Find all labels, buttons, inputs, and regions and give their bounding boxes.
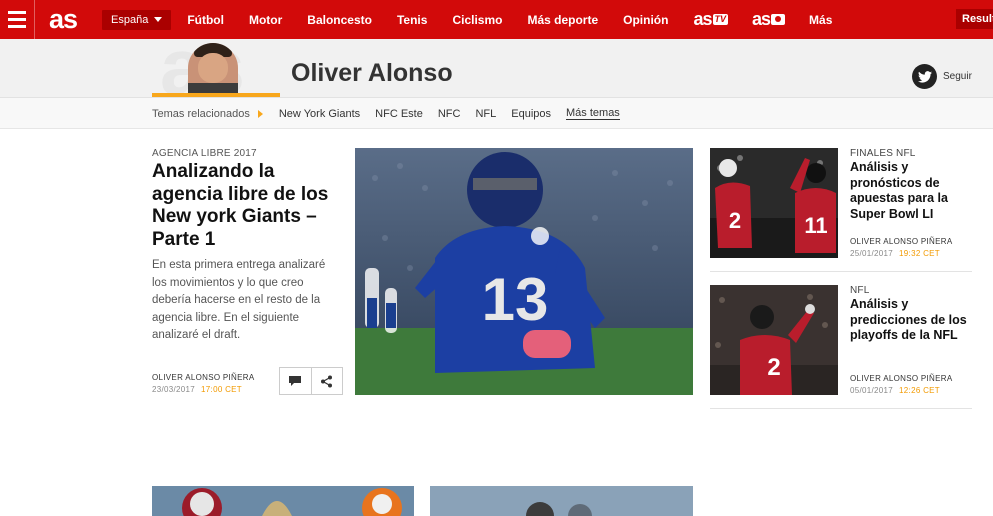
main-article-author[interactable]: OLIVER ALONSO PIÑERA (152, 373, 254, 382)
side-article-1-time: 19:32 CET (899, 249, 940, 258)
nav-link-futbol[interactable]: Fútbol (187, 13, 224, 27)
divider (710, 408, 972, 409)
main-article-excerpt: En esta primera entrega analizaré los mo… (152, 259, 326, 341)
nav-link-tenis[interactable]: Tenis (397, 13, 427, 27)
main-article-title[interactable]: Analizando la agencia libre de los New y… (152, 161, 342, 251)
author-header: as Oliver Alonso Seguir (0, 39, 993, 97)
side-article-1-author[interactable]: OLIVER ALONSO PIÑERA (850, 237, 952, 246)
main-article-kicker[interactable]: AGENCIA LIBRE 2017 (152, 148, 257, 159)
article-actions (279, 367, 343, 395)
main-article-date: 23/03/2017 17:00 CET (152, 385, 242, 394)
nav-link-baloncesto[interactable]: Baloncesto (307, 13, 372, 27)
topic-nfl[interactable]: NFL (475, 108, 496, 120)
side-article-2-time: 12:26 CET (899, 386, 940, 395)
topic-nfc[interactable]: NFC (438, 108, 461, 120)
more-topics-link[interactable]: Más temas (566, 107, 620, 120)
camera-icon (771, 14, 786, 25)
share-button[interactable] (310, 368, 342, 394)
side-article-1-title[interactable]: Análisis y pronósticos de apuestas para … (850, 160, 975, 222)
section-links: Fútbol Motor Baloncesto Tenis Ciclismo M… (187, 0, 857, 39)
comments-button[interactable] (280, 368, 311, 394)
main-article-time: 17:00 CET (201, 385, 242, 394)
as-tv-link[interactable]: as TV (693, 9, 729, 30)
bottom-article-2-image[interactable] (430, 486, 693, 516)
side-1-number-b: 11 (804, 213, 827, 238)
side-article-1-date: 25/01/2017 19:32 CET (850, 249, 940, 258)
side-article-2-image[interactable]: 2 (710, 285, 838, 395)
bottom-article-1-image[interactable] (152, 486, 414, 516)
side-article-2-kicker[interactable]: NFL (850, 285, 870, 296)
top-navigation-bar: as España Fútbol Motor Baloncesto Tenis … (0, 0, 993, 39)
nav-link-ciclismo[interactable]: Ciclismo (452, 13, 502, 27)
as-photo-link[interactable]: as (752, 9, 786, 30)
comment-icon (289, 376, 302, 386)
twitter-follow-button[interactable]: Seguir (912, 64, 972, 89)
related-topics-bar: Temas relacionados New York Giants NFC E… (0, 97, 993, 129)
main-article-image[interactable]: 13 (355, 148, 693, 395)
jersey-number: 13 (482, 266, 549, 333)
menu-icon[interactable] (0, 0, 35, 39)
share-icon (321, 375, 333, 387)
twitter-icon (912, 64, 937, 89)
side-article-2-title[interactable]: Análisis y predicciones de los playoffs … (850, 297, 975, 344)
results-button[interactable]: Resultados (956, 9, 993, 29)
follow-label: Seguir (943, 71, 972, 82)
side-article-1-kicker[interactable]: FINALES NFL (850, 148, 916, 159)
caret-down-icon (154, 17, 163, 22)
side-article-1-image[interactable]: 2 11 (710, 148, 838, 258)
country-label: España (111, 13, 149, 26)
side-article-2-date: 05/01/2017 12:26 CET (850, 386, 940, 395)
side-article-2-date-text: 05/01/2017 (850, 386, 894, 395)
author-avatar (188, 43, 238, 97)
divider (710, 271, 972, 272)
side-article-1-date-text: 25/01/2017 (850, 249, 894, 258)
nav-link-opinion[interactable]: Opinión (623, 13, 668, 27)
side-article-2-author[interactable]: OLIVER ALONSO PIÑERA (850, 374, 952, 383)
side-2-number: 2 (767, 354, 780, 381)
nav-link-motor[interactable]: Motor (249, 13, 282, 27)
as-photo-logo: as (752, 9, 771, 29)
nav-link-mas[interactable]: Más (809, 13, 832, 27)
nav-link-mas-deporte[interactable]: Más deporte (527, 13, 598, 27)
related-topics-label: Temas relacionados (152, 107, 250, 120)
as-logo[interactable]: as (49, 0, 89, 39)
author-name: Oliver Alonso (291, 59, 453, 87)
as-tv-logo: as (693, 9, 712, 29)
arrow-right-icon (257, 109, 263, 118)
topic-equipos[interactable]: Equipos (511, 108, 551, 120)
tv-badge: TV (712, 14, 729, 25)
topic-nfc-este[interactable]: NFC Este (375, 108, 423, 120)
main-article-date-text: 23/03/2017 (152, 385, 196, 394)
topic-new-york-giants[interactable]: New York Giants (279, 108, 360, 120)
side-1-number-a: 2 (729, 208, 741, 233)
country-selector[interactable]: España (102, 9, 172, 30)
